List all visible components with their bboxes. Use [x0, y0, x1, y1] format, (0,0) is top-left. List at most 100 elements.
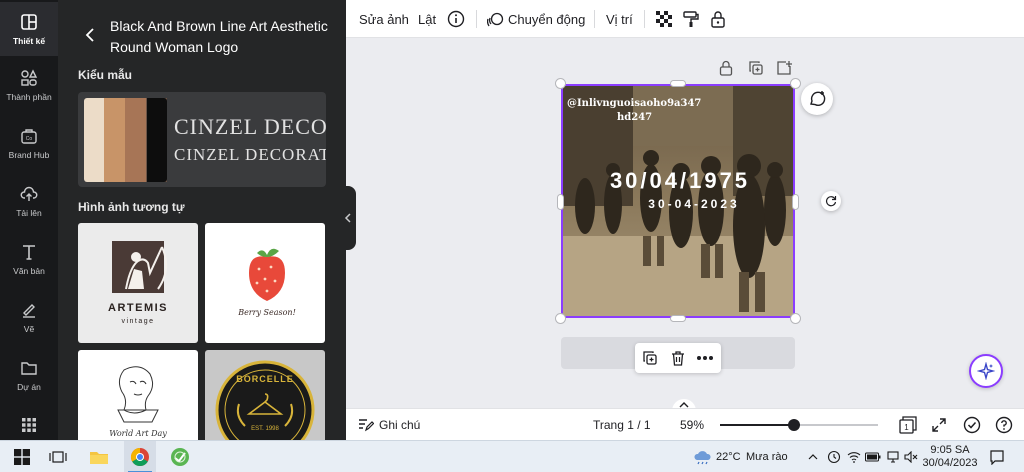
temperature[interactable]: 22°C — [716, 441, 741, 472]
edit-image-button[interactable]: Sửa ảnh — [359, 0, 409, 38]
editor-footer: Ghi chú Trang 1 / 1 59% 1 — [346, 408, 1024, 440]
text-icon — [20, 243, 38, 261]
thumb-title: Berry Season! — [237, 308, 296, 317]
toolbar-divider — [594, 10, 595, 28]
chevron-up-icon[interactable] — [804, 441, 822, 472]
resize-handle[interactable] — [555, 313, 566, 324]
zoom-level[interactable]: 59% — [680, 409, 704, 441]
similar-thumb[interactable]: ARTEMIS vintage — [78, 223, 198, 343]
pages-count-button[interactable]: 1 — [898, 409, 918, 441]
notification-icon[interactable] — [984, 441, 1010, 472]
rail-label: Văn bản — [13, 265, 45, 276]
network-icon[interactable] — [884, 441, 902, 472]
vintage-photo: @Inlivnguoisaoho9a347 hd247 30/04/1975 3… — [563, 86, 793, 316]
resize-handle[interactable] — [670, 80, 686, 87]
similar-thumb[interactable]: Berry Season! — [205, 223, 325, 343]
style-preset-card[interactable]: CINZEL DECO CINZEL DECORAT — [78, 92, 326, 187]
animate-icon — [487, 12, 504, 26]
layout-icon — [20, 13, 38, 31]
resize-handle[interactable] — [557, 194, 564, 210]
chrome-icon[interactable] — [124, 441, 156, 472]
resize-handle[interactable] — [792, 194, 799, 210]
thumb-subtitle: EST. 1998 — [251, 426, 279, 432]
rail-item-draw[interactable]: Vẽ — [0, 290, 58, 344]
app-icon[interactable] — [164, 441, 196, 472]
transparency-icon[interactable] — [656, 0, 672, 38]
resize-handle[interactable] — [555, 78, 566, 89]
add-page-icon[interactable] — [776, 60, 792, 76]
clock[interactable]: 9:05 SA 30/04/2023 — [922, 441, 978, 472]
rail-item-elements[interactable]: Thành phần — [0, 58, 58, 112]
clock-date: 30/04/2023 — [922, 457, 978, 469]
palette-swatch — [104, 98, 125, 182]
left-rail: Thiết kế Thành phần Co Brand Hub Tải lên… — [0, 0, 58, 440]
trash-icon[interactable] — [669, 349, 687, 367]
fullscreen-icon[interactable] — [931, 409, 947, 441]
check-circle-icon[interactable] — [963, 409, 981, 441]
flip-button[interactable]: Lật — [418, 0, 436, 38]
help-icon[interactable] — [995, 409, 1013, 441]
position-button[interactable]: Vị trí — [606, 0, 633, 38]
brand-hub-icon: Co — [20, 127, 38, 145]
similar-thumb[interactable]: BORCELLE EST. 1998 — [205, 350, 325, 440]
palette-swatch — [84, 98, 104, 182]
resize-handle[interactable] — [790, 313, 801, 324]
animate-button[interactable]: Chuyển động — [487, 0, 585, 38]
zoom-slider-knob[interactable] — [788, 419, 801, 431]
rail-item-projects[interactable]: Dự án — [0, 348, 58, 402]
windows-start-icon[interactable] — [8, 441, 36, 472]
sync-icon[interactable] — [825, 441, 843, 472]
duplicate-page-icon[interactable] — [748, 60, 764, 76]
elements-icon — [20, 68, 38, 87]
toolbar-divider — [644, 10, 645, 28]
folder-icon — [20, 359, 38, 377]
clock-time: 9:05 SA — [930, 444, 970, 456]
lock-icon[interactable] — [710, 0, 726, 38]
rail-label: Vẽ — [23, 323, 35, 334]
notes-button[interactable]: Ghi chú — [358, 409, 420, 441]
comment-add-icon — [810, 91, 826, 106]
similar-thumb[interactable]: World Art Day — [78, 350, 198, 440]
zoom-slider[interactable] — [720, 409, 878, 441]
comment-button[interactable] — [801, 83, 833, 115]
weather-icon — [692, 441, 714, 472]
design-image[interactable]: @Inlivnguoisaoho9a347 hd247 30/04/1975 3… — [561, 84, 795, 318]
svg-text:Co: Co — [26, 136, 33, 142]
rail-item-uploads[interactable]: Tải lên — [0, 174, 58, 228]
wifi-icon[interactable] — [845, 441, 863, 472]
upload-cloud-icon — [20, 185, 38, 203]
windows-taskbar: 22°C Mưa rào 9:05 SA 30/04/2023 — [0, 440, 1024, 472]
file-explorer-icon[interactable] — [84, 441, 114, 472]
rail-item-design[interactable]: Thiết kế — [0, 2, 58, 56]
watermark-text: @Inlivnguoisaoho9a347 — [567, 98, 701, 109]
element-context-menu — [635, 343, 721, 373]
thumb-subtitle: vintage — [121, 318, 154, 325]
apps-grid-icon — [20, 416, 38, 434]
font-sample-heading: CINZEL DECO — [174, 114, 326, 139]
headline-date: 30/04/1975 — [610, 168, 750, 193]
duplicate-icon[interactable] — [641, 349, 659, 367]
more-options-icon[interactable] — [696, 349, 714, 367]
page-indicator[interactable]: Trang 1 / 1 — [593, 409, 651, 441]
resize-handle[interactable] — [790, 78, 801, 89]
lock-page-icon[interactable] — [719, 60, 735, 76]
info-icon[interactable] — [447, 0, 465, 38]
thumb-title: ARTEMIS — [108, 302, 168, 314]
paint-roller-icon[interactable] — [683, 0, 699, 38]
styles-heading: Kiểu mẫu — [78, 68, 133, 82]
toolbar-divider — [476, 10, 477, 28]
battery-icon[interactable] — [864, 441, 882, 472]
rail-item-text[interactable]: Văn bản — [0, 232, 58, 286]
rail-label: Thành phần — [6, 91, 52, 102]
back-chevron-icon[interactable] — [82, 26, 98, 44]
context-toolbar: Sửa ảnh Lật Chuyển động Vị trí — [346, 0, 1024, 38]
magic-assistant-button[interactable] — [969, 354, 1003, 388]
volume-mute-icon[interactable] — [902, 441, 920, 472]
palette-swatch — [125, 98, 146, 182]
rail-item-brand-hub[interactable]: Co Brand Hub — [0, 116, 58, 170]
resize-handle[interactable] — [670, 315, 686, 322]
rotate-handle[interactable] — [821, 191, 841, 211]
collapse-panel-tab[interactable] — [340, 186, 356, 250]
task-view-icon[interactable] — [44, 441, 72, 472]
weather-condition[interactable]: Mưa rào — [746, 441, 788, 472]
